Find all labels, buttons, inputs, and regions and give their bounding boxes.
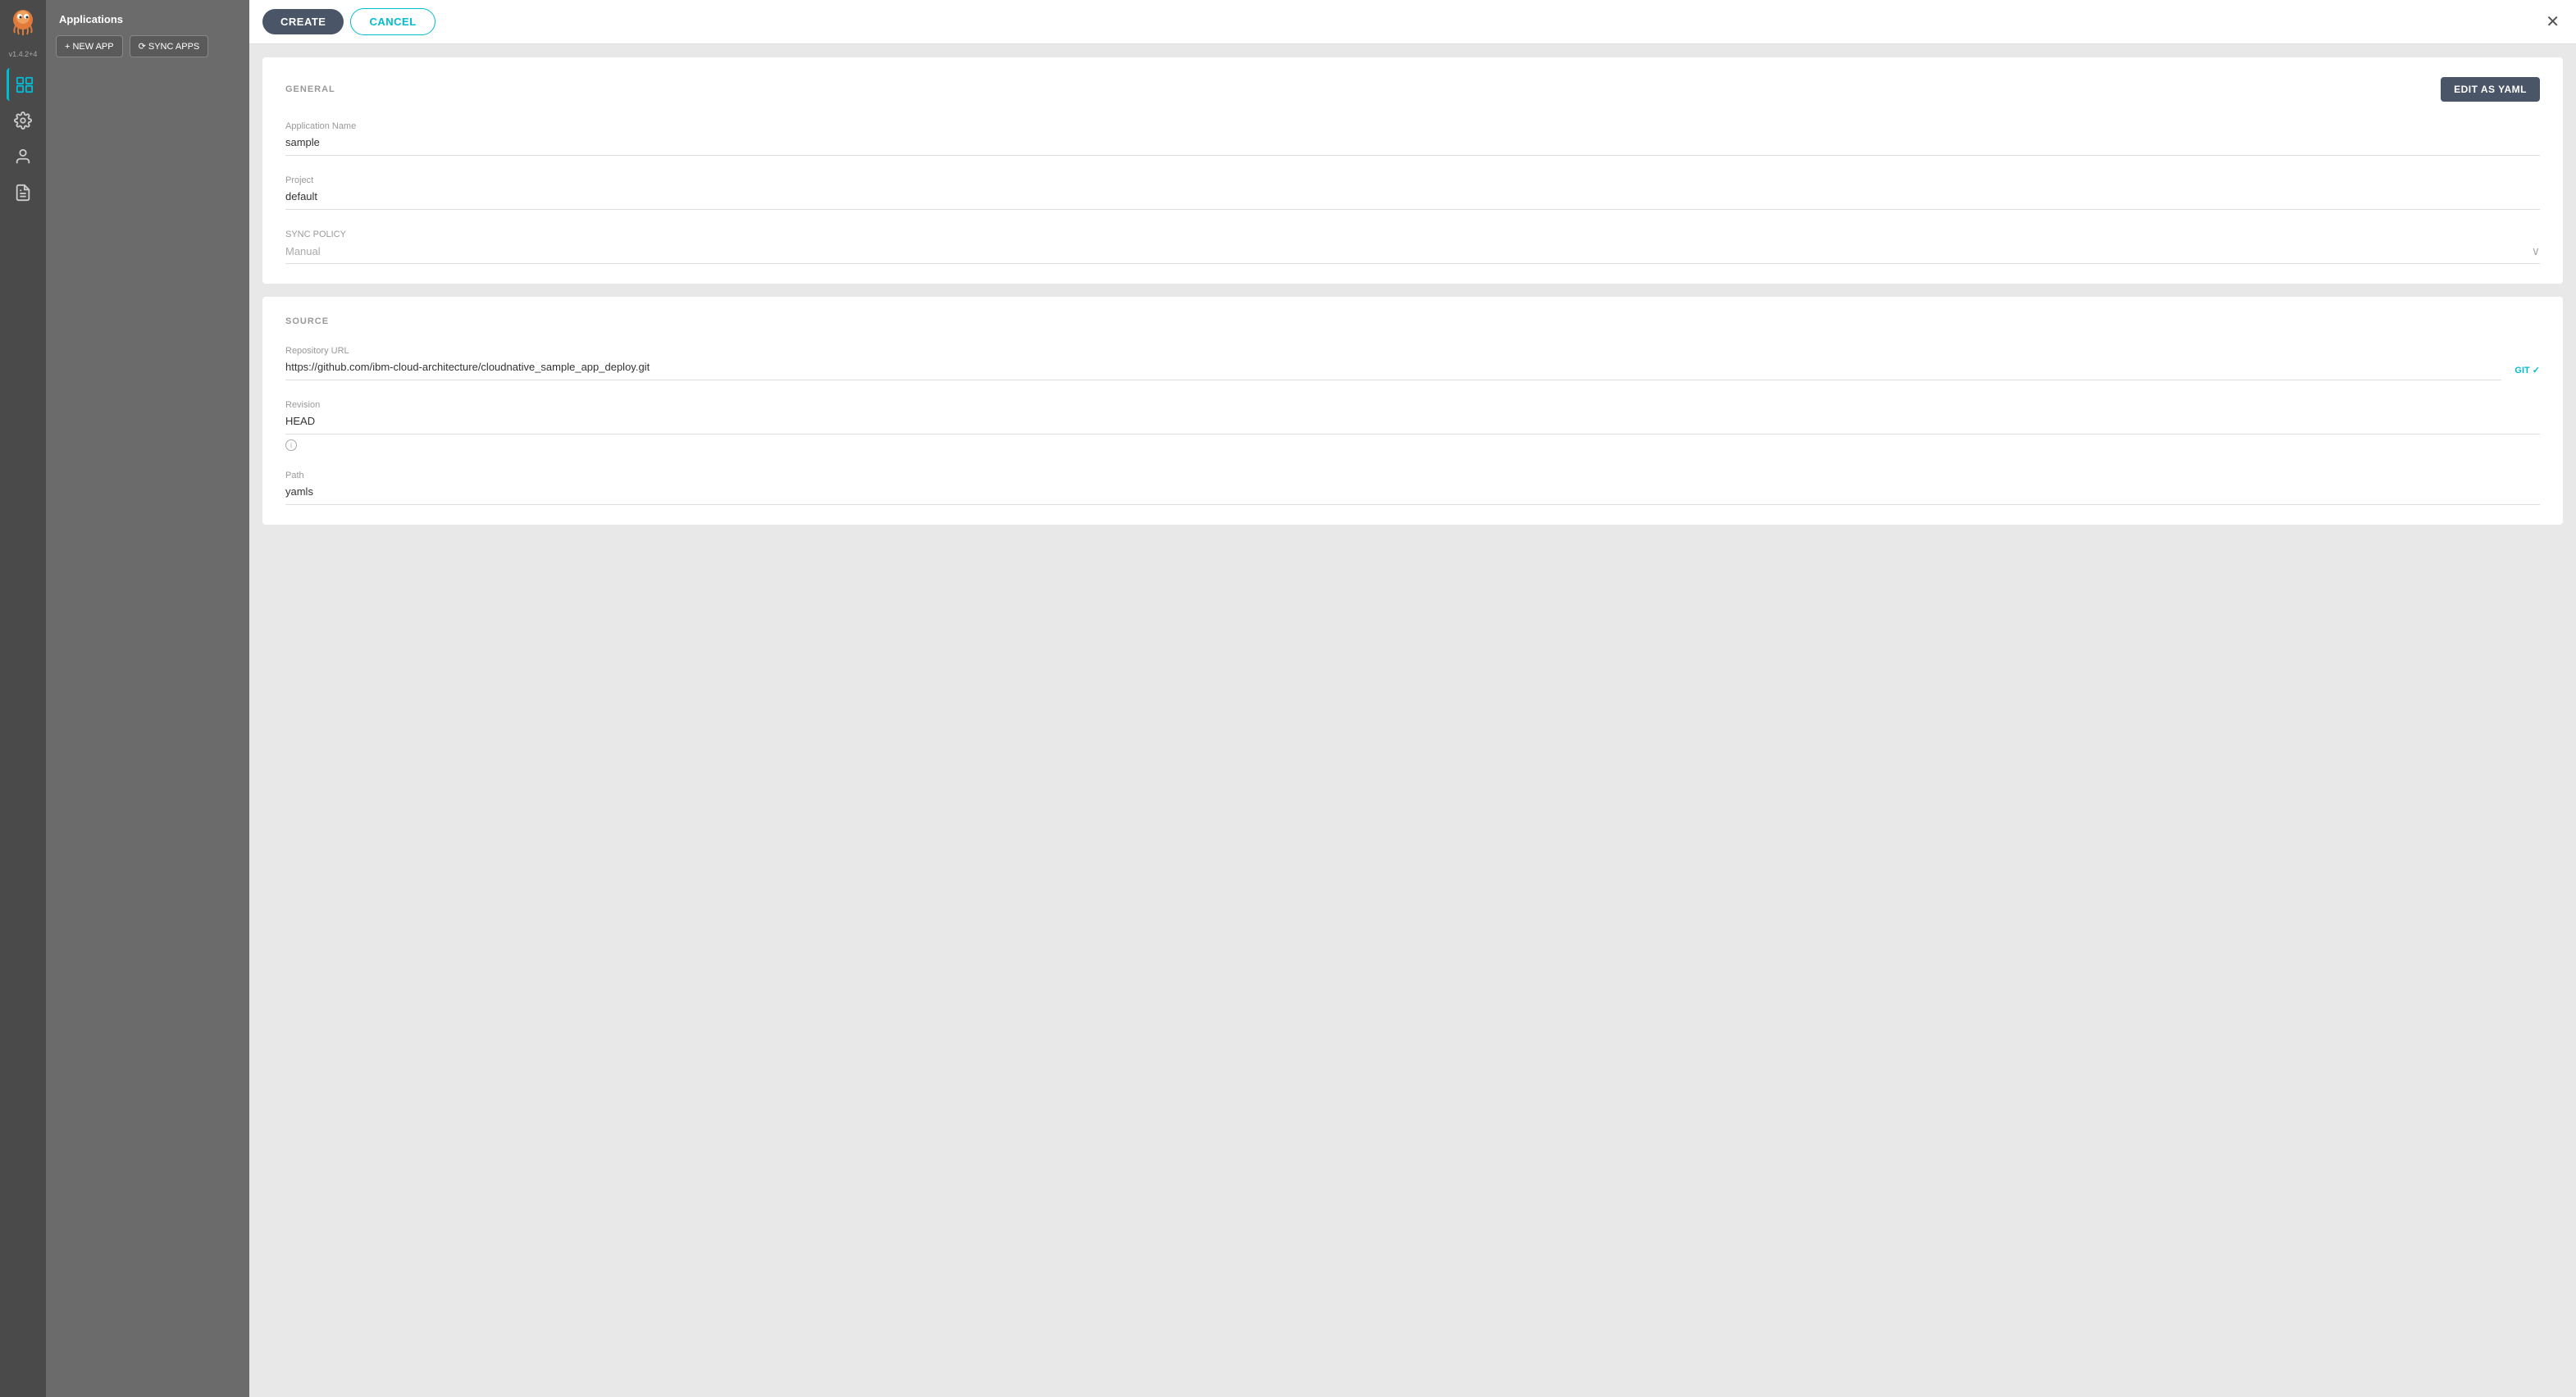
- application-name-field: Application Name sample: [285, 121, 2540, 156]
- repository-url-field: Repository URL https://github.com/ibm-cl…: [285, 346, 2540, 380]
- new-app-button[interactable]: + NEW APP: [56, 35, 123, 57]
- sync-policy-select[interactable]: Manual ∨: [285, 244, 2540, 264]
- sidebar: v1.4.2+4: [0, 0, 46, 1397]
- application-name-value[interactable]: sample: [285, 136, 2540, 156]
- version-label: v1.4.2+4: [9, 50, 38, 58]
- path-field: Path yamls: [285, 471, 2540, 505]
- top-toolbar: CREATE CANCEL ✕: [249, 0, 2576, 44]
- revision-label: Revision: [285, 400, 2540, 410]
- path-label: Path: [285, 471, 2540, 480]
- repository-url-value[interactable]: https://github.com/ibm-cloud-architectur…: [285, 361, 2501, 380]
- sidebar-item-logs[interactable]: [7, 176, 39, 209]
- cancel-button[interactable]: CANCEL: [350, 8, 435, 35]
- logo: [7, 7, 39, 43]
- sidebar-item-user[interactable]: [7, 140, 39, 173]
- repo-url-field: https://github.com/ibm-cloud-architectur…: [285, 361, 2501, 380]
- sync-apps-button[interactable]: ⟳ SYNC APPS: [130, 35, 209, 57]
- general-section: GENERAL EDIT AS YAML Application Name sa…: [262, 57, 2563, 284]
- path-value[interactable]: yamls: [285, 485, 2540, 505]
- source-section-title: SOURCE: [285, 316, 329, 326]
- revision-field: Revision HEAD i: [285, 400, 2540, 451]
- sync-policy-field: SYNC POLICY Manual ∨: [285, 230, 2540, 264]
- repo-row: https://github.com/ibm-cloud-architectur…: [285, 361, 2540, 380]
- chevron-down-icon: ∨: [2532, 244, 2540, 258]
- project-value[interactable]: default: [285, 190, 2540, 210]
- main-content: CREATE CANCEL ✕ GENERAL EDIT AS YAML App…: [249, 0, 2576, 1397]
- project-label: Project: [285, 175, 2540, 185]
- edit-yaml-button[interactable]: EDIT AS YAML: [2441, 77, 2540, 102]
- form-area: GENERAL EDIT AS YAML Application Name sa…: [249, 44, 2576, 1397]
- source-section: SOURCE Repository URL https://github.com…: [262, 297, 2563, 525]
- general-section-title: GENERAL: [285, 84, 335, 94]
- left-panel-title: Applications: [46, 0, 249, 35]
- git-badge: GIT ✓: [2514, 365, 2540, 380]
- sync-policy-value: Manual: [285, 245, 321, 257]
- revision-value[interactable]: HEAD: [285, 415, 2540, 435]
- left-panel: Applications + NEW APP ⟳ SYNC APPS: [46, 0, 249, 1397]
- project-field: Project default: [285, 175, 2540, 210]
- close-button[interactable]: ✕: [2542, 11, 2563, 34]
- sidebar-item-apps[interactable]: [7, 68, 39, 101]
- repository-url-label: Repository URL: [285, 346, 2540, 356]
- sync-policy-label: SYNC POLICY: [285, 230, 2540, 239]
- info-icon: i: [285, 439, 297, 451]
- create-button[interactable]: CREATE: [262, 9, 344, 34]
- application-name-label: Application Name: [285, 121, 2540, 131]
- sidebar-item-settings[interactable]: [7, 104, 39, 137]
